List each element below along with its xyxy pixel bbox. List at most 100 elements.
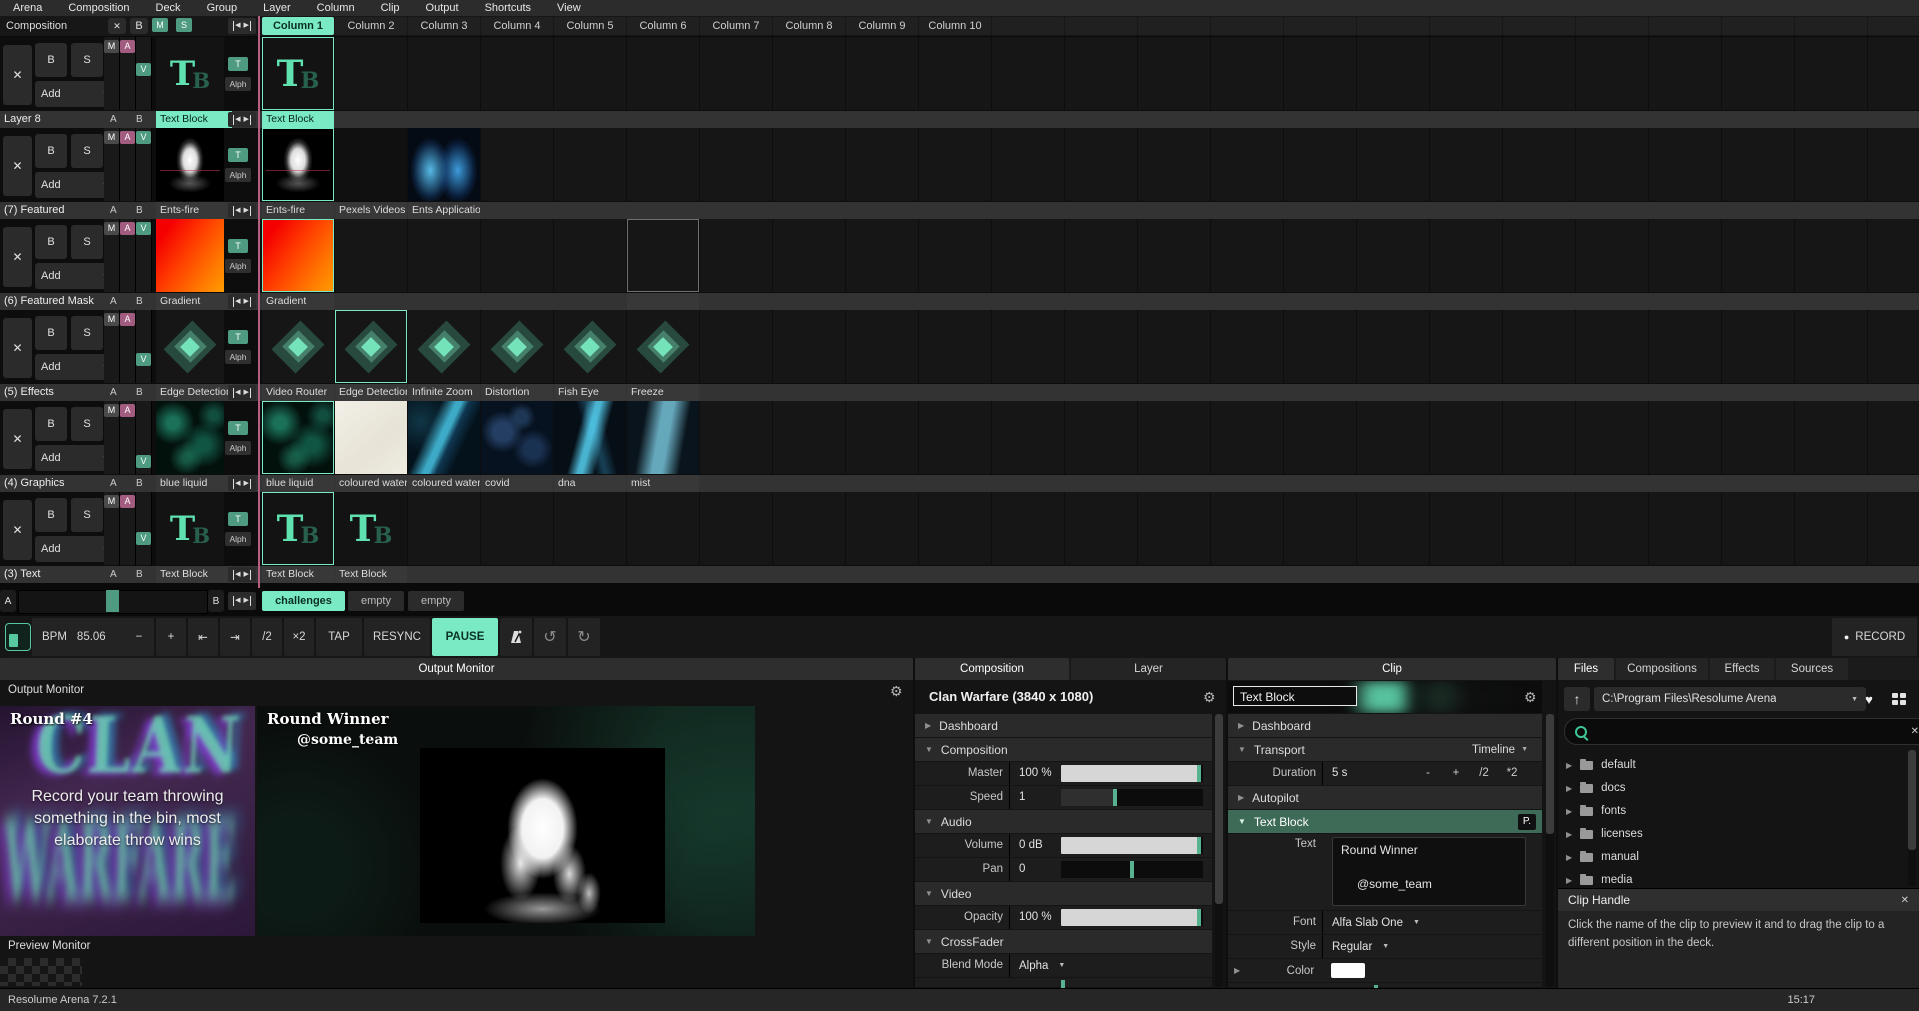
column-header-empty[interactable] bbox=[1795, 17, 1867, 35]
layer-prev-next-buttons[interactable]: ◀▶ bbox=[228, 567, 256, 582]
clip-cell-empty[interactable] bbox=[1503, 492, 1575, 565]
clip-cell-empty[interactable] bbox=[1503, 401, 1575, 474]
clip-cell-empty[interactable] bbox=[1138, 310, 1210, 383]
layer-bypass-button[interactable]: B bbox=[35, 498, 67, 532]
clip-cell-empty[interactable] bbox=[919, 310, 991, 383]
clip-cell-empty[interactable] bbox=[481, 128, 553, 201]
clip-cell[interactable] bbox=[481, 310, 553, 383]
section-right-button[interactable]: P. bbox=[1518, 814, 1536, 830]
clip-cell-empty[interactable] bbox=[481, 37, 553, 110]
layer-alpha-label[interactable]: Alph bbox=[225, 77, 251, 91]
clip-name[interactable]: coloured water 2 bbox=[335, 475, 407, 492]
layer-name[interactable]: (3) Text bbox=[4, 566, 104, 583]
duration-op-0[interactable]: - bbox=[1416, 762, 1440, 785]
clip-cell-empty[interactable] bbox=[1649, 310, 1721, 383]
menu-clip[interactable]: Clip bbox=[368, 0, 413, 16]
clip-cell-empty[interactable] bbox=[1795, 401, 1867, 474]
clip-cell-empty[interactable] bbox=[1211, 219, 1283, 292]
tab-files[interactable]: Files bbox=[1558, 658, 1614, 680]
clip-cell-empty[interactable] bbox=[846, 128, 918, 201]
layer-solo-button[interactable]: S bbox=[71, 134, 103, 168]
clip-cell[interactable] bbox=[481, 401, 553, 474]
clip-cell-empty[interactable] bbox=[1138, 37, 1210, 110]
clip-cell-empty[interactable] bbox=[1430, 492, 1502, 565]
clip-cell-empty[interactable] bbox=[1357, 310, 1429, 383]
transport-resync-button[interactable]: RESYNC bbox=[364, 618, 430, 656]
view-mode-grid-icon[interactable] bbox=[1886, 687, 1912, 711]
clip-cell-empty[interactable] bbox=[1357, 37, 1429, 110]
clip-cell[interactable] bbox=[408, 310, 480, 383]
layer-t-toggle[interactable]: T bbox=[228, 512, 248, 526]
clip-cell-empty[interactable] bbox=[700, 128, 772, 201]
layer-active-clip-name[interactable]: Edge Detection bbox=[156, 384, 232, 401]
clip-cell-empty[interactable] bbox=[1284, 401, 1356, 474]
clip-cell-empty[interactable] bbox=[1357, 219, 1429, 292]
layer-fader-track-2[interactable] bbox=[136, 492, 152, 565]
section-text-block[interactable]: ▼Text BlockP. bbox=[1228, 810, 1542, 833]
clip-cell-empty[interactable] bbox=[1357, 128, 1429, 201]
layer-active-clip-name[interactable]: blue liquid bbox=[156, 475, 232, 492]
clip-cell-empty[interactable] bbox=[919, 128, 991, 201]
section-right-dropdown[interactable]: Timeline▼ bbox=[1472, 744, 1528, 756]
clip-cell-empty[interactable] bbox=[1503, 128, 1575, 201]
layer-bypass-button[interactable]: B bbox=[35, 225, 67, 259]
layer-clear-button[interactable]: ✕ bbox=[3, 318, 32, 378]
clip-name[interactable]: Text Block bbox=[335, 566, 407, 583]
layer-active-clip-thumbnail[interactable]: TB bbox=[156, 492, 224, 565]
column-header-1[interactable]: Column 1 bbox=[262, 17, 334, 35]
clip-cell-empty[interactable] bbox=[700, 401, 772, 474]
duration-op-2[interactable]: /2 bbox=[1472, 762, 1496, 785]
layer-a-toggle[interactable]: A bbox=[120, 222, 135, 235]
layer-m-toggle[interactable]: M bbox=[104, 131, 119, 144]
clip-name[interactable]: mist bbox=[627, 475, 699, 492]
layer-clear-button[interactable]: ✕ bbox=[3, 500, 32, 560]
section-transport[interactable]: ▼TransportTimeline▼ bbox=[1228, 738, 1542, 761]
section-composition[interactable]: ▼Composition bbox=[915, 738, 1212, 761]
clip-cell-empty[interactable] bbox=[335, 219, 407, 292]
clip-cell-empty[interactable] bbox=[773, 401, 845, 474]
clip-cell-empty[interactable] bbox=[1138, 492, 1210, 565]
clip-cell-empty[interactable] bbox=[554, 37, 626, 110]
column-header-empty[interactable] bbox=[1284, 17, 1356, 35]
layer-v-toggle[interactable]: V bbox=[136, 63, 151, 76]
menu-deck[interactable]: Deck bbox=[143, 0, 194, 16]
slider-handle[interactable] bbox=[1113, 789, 1117, 806]
clip-cell-empty[interactable] bbox=[1649, 401, 1721, 474]
param-slider[interactable] bbox=[1061, 861, 1203, 878]
clip-cell-empty[interactable] bbox=[1868, 401, 1919, 474]
menu-output[interactable]: Output bbox=[413, 0, 472, 16]
layer-alpha-label[interactable]: Alph bbox=[225, 259, 251, 273]
column-header-empty[interactable] bbox=[1138, 17, 1210, 35]
param-slider[interactable] bbox=[1061, 909, 1203, 926]
clip-cell-empty[interactable] bbox=[1868, 492, 1919, 565]
bpm-display[interactable]: BPM85.06 bbox=[32, 618, 132, 656]
clip-name[interactable] bbox=[627, 293, 699, 310]
clip-cell-empty[interactable] bbox=[1138, 401, 1210, 474]
clip-name[interactable]: Freeze bbox=[627, 384, 699, 401]
column-header-8[interactable]: Column 8 bbox=[773, 17, 845, 35]
clip-cell-empty[interactable] bbox=[773, 37, 845, 110]
layer-active-clip-thumbnail[interactable] bbox=[156, 128, 224, 201]
clip-cell-empty[interactable] bbox=[1211, 310, 1283, 383]
column-header-empty[interactable] bbox=[1211, 17, 1283, 35]
clip-cell-empty[interactable] bbox=[1065, 310, 1137, 383]
deck-tab-challenges[interactable]: challenges bbox=[262, 591, 345, 611]
clip-cell-empty[interactable] bbox=[1211, 401, 1283, 474]
layer-name[interactable]: Layer 8 bbox=[4, 111, 104, 128]
column-header-10[interactable]: Column 10 bbox=[919, 17, 991, 35]
clip-cell-empty[interactable] bbox=[1065, 128, 1137, 201]
clip-cell-empty[interactable] bbox=[481, 219, 553, 292]
clip-cell-empty[interactable] bbox=[919, 219, 991, 292]
composition-scrollbar-thumb[interactable] bbox=[1215, 714, 1223, 904]
favorite-heart-icon[interactable]: ♥ bbox=[1856, 687, 1882, 711]
layer-active-clip-name[interactable]: Text Block bbox=[156, 566, 232, 583]
layer-a-toggle[interactable]: A bbox=[120, 404, 135, 417]
clip-cell-empty[interactable] bbox=[992, 219, 1064, 292]
column-header-3[interactable]: Column 3 bbox=[408, 17, 480, 35]
clip-cell[interactable] bbox=[262, 219, 334, 292]
clip-cell-empty[interactable] bbox=[1795, 492, 1867, 565]
clip-cell-empty[interactable] bbox=[1284, 310, 1356, 383]
clip-cell-empty[interactable] bbox=[554, 492, 626, 565]
layer-solo-button[interactable]: S bbox=[71, 225, 103, 259]
layer-solo-button[interactable]: S bbox=[71, 498, 103, 532]
